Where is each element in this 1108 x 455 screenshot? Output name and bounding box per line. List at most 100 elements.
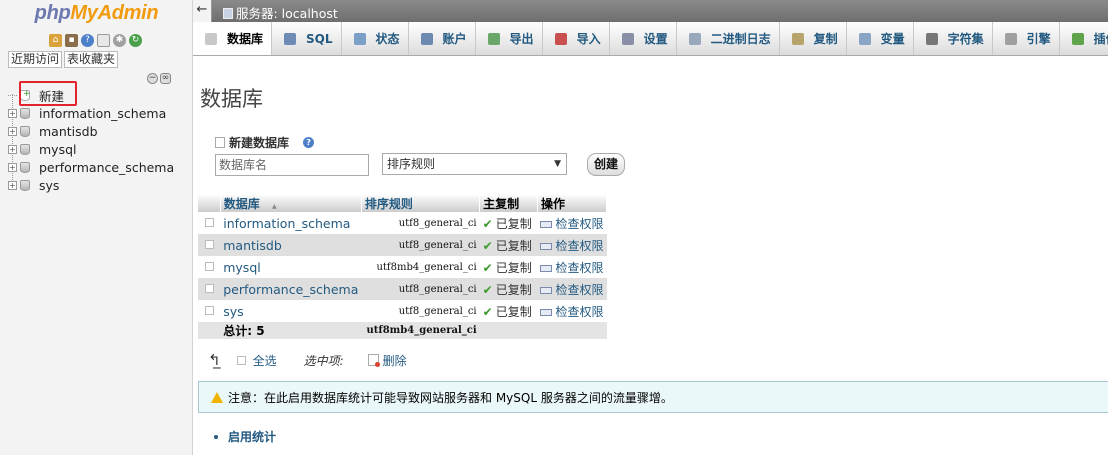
phpmyadmin-logo[interactable]: phpMyAdmin <box>0 2 193 25</box>
privileges-icon <box>540 264 553 272</box>
check-privileges-link[interactable]: 检查权限 <box>540 282 604 297</box>
privileges-icon <box>540 242 553 250</box>
logout-icon[interactable]: ▪ <box>65 33 78 47</box>
database-link[interactable]: mantisdb <box>223 238 282 253</box>
row-checkbox[interactable] <box>204 306 214 315</box>
nav-tabs: 近期访问 表收藏夹 <box>8 51 119 68</box>
tab-label: 引擎 <box>1026 32 1051 46</box>
collation-column-header[interactable]: 排序规则 <box>361 194 481 212</box>
tab-import[interactable]: 导入 <box>543 22 610 55</box>
check-privileges-link[interactable]: 检查权限 <box>540 239 604 253</box>
tab-sql[interactable]: SQL <box>272 22 342 55</box>
favorites-tab[interactable]: 表收藏夹 <box>64 51 119 68</box>
expand-icon[interactable]: + <box>8 162 17 172</box>
database-column-header[interactable]: 数据库 ▲ <box>220 194 362 212</box>
tab-variables[interactable]: 变量 <box>847 22 914 55</box>
tab-databases[interactable]: 数据库 <box>193 22 273 55</box>
check-privileges-link[interactable]: 检查权限 <box>540 217 604 231</box>
tab-engines[interactable]: 引擎 <box>993 22 1060 55</box>
database-icon <box>20 161 30 173</box>
recent-tab[interactable]: 近期访问 <box>8 51 63 68</box>
tree-item-information-schema[interactable]: + information_schema <box>0 104 193 122</box>
tree-item-mysql[interactable]: + mysql <box>0 140 193 158</box>
tree-item-performance-schema[interactable]: + performance_schema <box>0 158 193 176</box>
action-cell: 检查权限 <box>537 212 607 234</box>
tab-settings[interactable]: 设置 <box>610 22 677 55</box>
tab-label: SQL <box>306 31 333 46</box>
variables-icon <box>858 32 871 45</box>
table-header-row: 数据库 ▲ 排序规则 主复制 操作 <box>198 194 608 212</box>
replication-status: 已复制 <box>495 216 532 231</box>
database-name-input[interactable] <box>215 154 369 176</box>
action-cell: 检查权限 <box>537 234 607 256</box>
replication-cell: ✔ 已复制 <box>479 234 538 256</box>
page-title: 数据库 <box>200 87 263 111</box>
check-privileges-link[interactable]: 检查权限 <box>540 304 604 319</box>
select-all-label[interactable]: 全选 <box>253 352 277 369</box>
row-checkbox[interactable] <box>204 218 214 227</box>
gear-icon[interactable]: ✱ <box>113 33 126 47</box>
logo-part-myadmin: MyAdmin <box>70 2 159 24</box>
enable-statistics-link[interactable]: 启用统计 <box>214 428 276 445</box>
tab-export[interactable]: 导出 <box>476 22 543 55</box>
expand-icon[interactable]: + <box>8 180 17 190</box>
tab-label: 字符集 <box>947 32 984 46</box>
table-row: mantisdb utf8_general_ci ✔ 已复制 检查权限 <box>198 234 607 256</box>
tab-binlog[interactable]: 二进制日志 <box>677 22 780 55</box>
database-link[interactable]: mysql <box>223 260 261 275</box>
check-privileges-link[interactable]: 检查权限 <box>540 261 604 275</box>
row-checkbox[interactable] <box>204 284 214 293</box>
drop-button[interactable]: 删除 <box>367 352 407 369</box>
collapse-nav-button[interactable]: ← <box>193 0 212 22</box>
link-with-main-icon[interactable]: ∞ <box>160 73 171 84</box>
tree-item-label: mantisdb <box>39 123 98 139</box>
main-tabs: 数据库 SQL 状态 账户 导出 导入 设置 二进制日志 复制 变量 字符集 引… <box>193 22 1108 56</box>
check-privileges-label: 检查权限 <box>555 282 604 297</box>
database-header-label: 数据库 <box>223 196 260 211</box>
bulk-actions: ↰̲ 全选 选中项: 删除 <box>208 351 407 369</box>
help-icon[interactable]: ? <box>81 33 94 47</box>
row-checkbox[interactable] <box>204 262 214 271</box>
users-icon <box>420 32 433 45</box>
tab-label: 二进制日志 <box>710 32 771 46</box>
collation-select[interactable]: 排序规则 ▼ <box>382 153 567 175</box>
tree-item-new[interactable]: 新建 <box>0 86 193 104</box>
server-breadcrumb[interactable]: 服务器: localhost <box>223 3 338 22</box>
tab-replication[interactable]: 复制 <box>780 22 847 55</box>
reload-icon[interactable]: ↻ <box>129 33 142 47</box>
plugin-icon <box>1071 32 1084 45</box>
tab-plugins[interactable]: 插件 <box>1060 22 1108 55</box>
check-privileges-label: 检查权限 <box>555 304 604 319</box>
create-button[interactable]: 创建 <box>587 153 625 176</box>
database-link[interactable]: sys <box>223 304 243 319</box>
new-database-icon <box>20 89 31 101</box>
tab-label: 复制 <box>813 32 838 46</box>
collapse-all-icon[interactable]: − <box>147 73 158 84</box>
expand-icon[interactable]: + <box>8 144 17 154</box>
tab-charsets[interactable]: 字符集 <box>914 22 993 55</box>
home-icon[interactable]: ⌂ <box>49 33 62 47</box>
tab-accounts[interactable]: 账户 <box>409 22 476 55</box>
tab-label: 状态 <box>375 32 400 46</box>
expand-icon[interactable]: + <box>8 108 17 118</box>
select-all-checkbox[interactable] <box>236 355 246 365</box>
status-icon <box>353 32 366 45</box>
row-checkbox[interactable] <box>204 240 214 249</box>
replication-status: 已复制 <box>495 238 532 253</box>
tree-item-sys[interactable]: + sys <box>0 176 193 194</box>
tree-item-mantisdb[interactable]: + mantisdb <box>0 122 193 140</box>
binlog-icon <box>688 32 701 45</box>
total-collation: utf8mb4_general_ci <box>361 322 480 339</box>
database-link[interactable]: performance_schema <box>223 282 358 297</box>
docs-icon[interactable] <box>97 33 110 47</box>
warning-icon <box>211 391 223 403</box>
expand-icon[interactable]: + <box>8 126 17 136</box>
database-tree: 新建 + information_schema + mantisdb + mys… <box>0 86 193 194</box>
replication-status: 已复制 <box>495 260 532 275</box>
tab-status[interactable]: 状态 <box>342 22 409 55</box>
notice-box: 注意：在此启用数据库统计可能导致网站服务器和 MySQL 服务器之间的流量骤增。 <box>198 381 1108 413</box>
logo-part-php: php <box>34 2 71 24</box>
database-link[interactable]: information_schema <box>223 216 350 231</box>
replication-status: 已复制 <box>495 304 532 319</box>
help-icon[interactable]: ? <box>303 137 315 148</box>
